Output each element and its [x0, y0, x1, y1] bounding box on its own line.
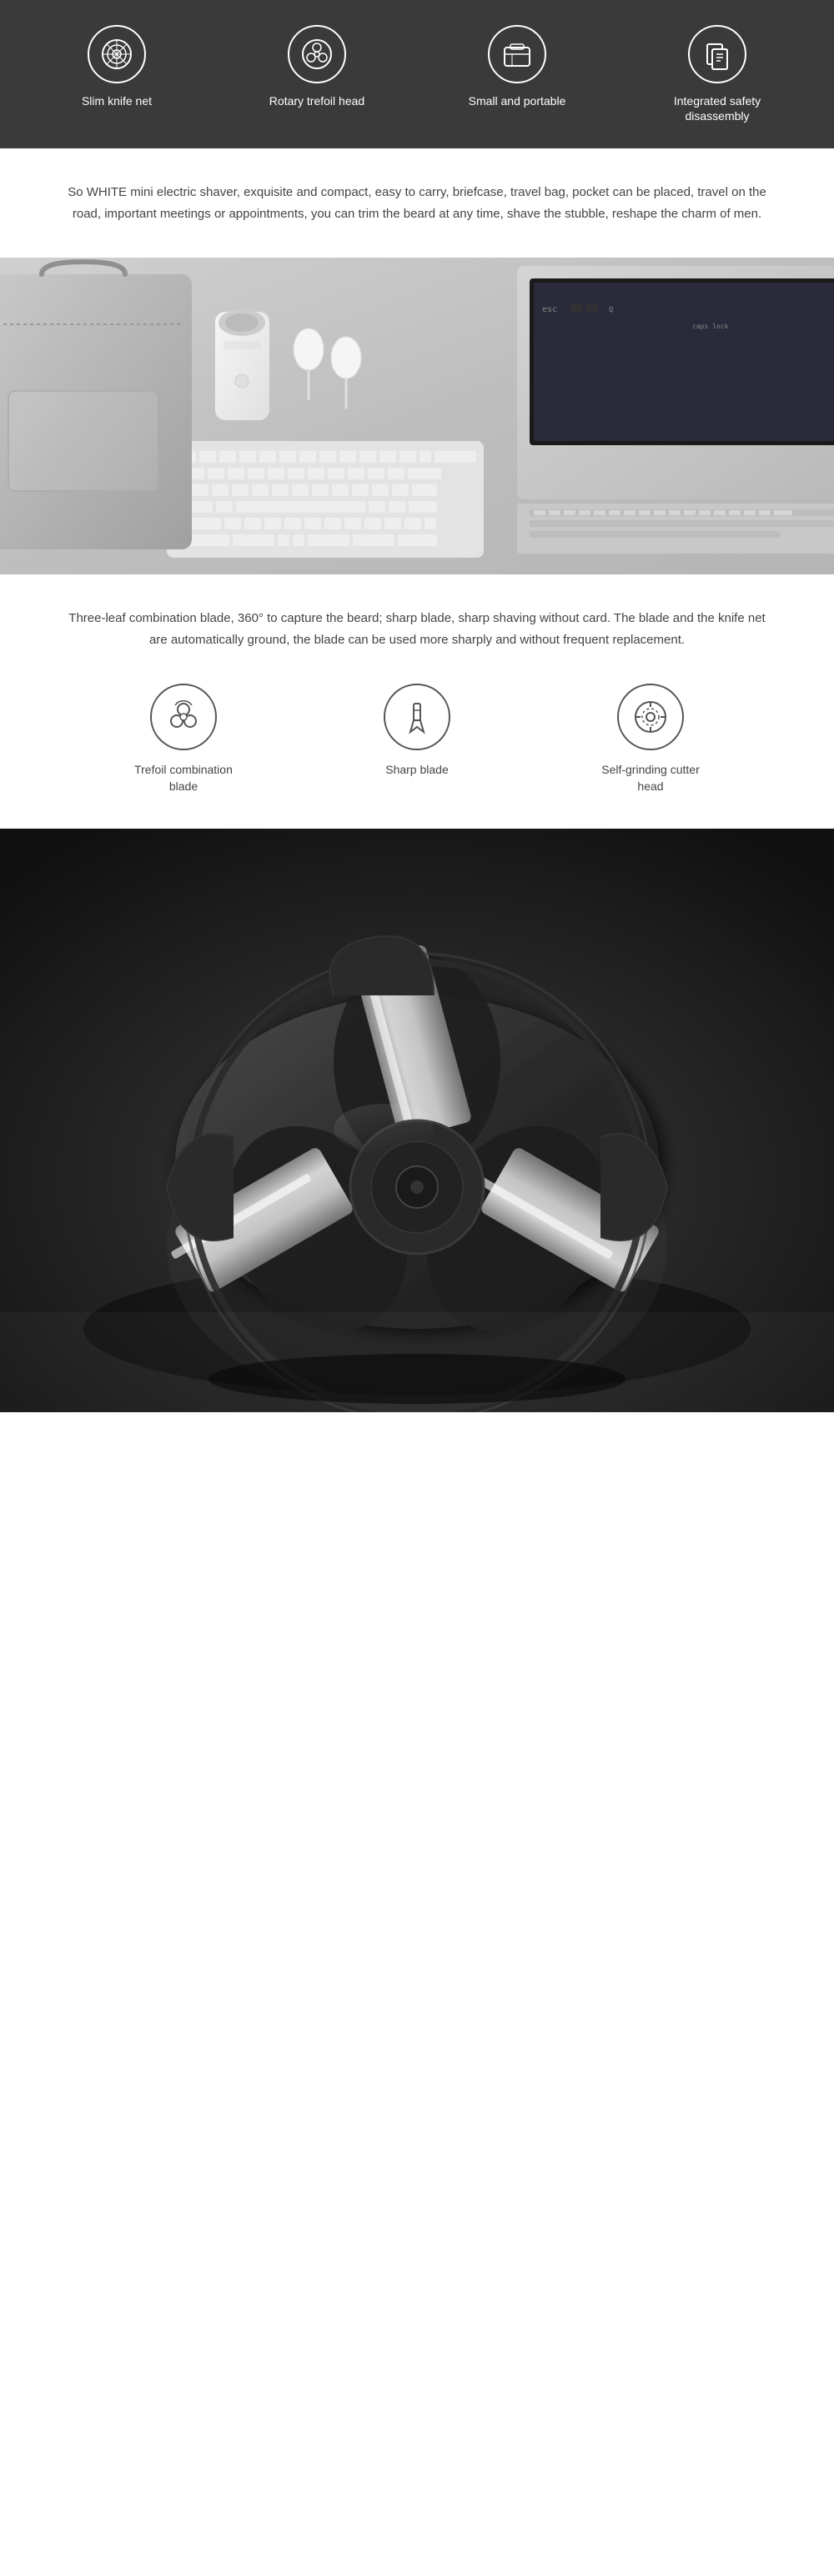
integrated-safety-icon — [688, 25, 746, 83]
feature-item-small-portable: Small and portable — [467, 25, 567, 108]
svg-text:Q: Q — [609, 306, 613, 314]
product-photo-section: esc Q caps lock — [0, 258, 834, 574]
small-portable-icon — [488, 25, 546, 83]
blade-label-sharp: Sharp blade — [385, 762, 449, 779]
blade-item-trefoil: Trefoil combination blade — [121, 684, 246, 794]
blade-icons-row: Trefoil combination blade Sharp blade — [67, 684, 767, 794]
sharp-blade-icon — [384, 684, 450, 750]
description-text: So WHITE mini electric shaver, exquisite… — [67, 182, 767, 224]
blade-item-sharp: Sharp blade — [354, 684, 480, 779]
svg-text:esc: esc — [542, 305, 557, 314]
blade-label-self-grinding: Self-grinding cutter head — [588, 762, 713, 794]
feature-label-rotary-trefoil: Rotary trefoil head — [269, 93, 364, 108]
svg-text:caps lock: caps lock — [692, 323, 729, 330]
blade-photo-section — [0, 829, 834, 1412]
self-grinding-cutter-head-icon — [617, 684, 684, 750]
product-photo: esc Q caps lock — [0, 258, 834, 574]
trefoil-combination-blade-icon — [150, 684, 217, 750]
description-section: So WHITE mini electric shaver, exquisite… — [0, 148, 834, 258]
feature-item-integrated-safety: Integrated safety disassembly — [667, 25, 767, 123]
feature-label-slim-knife-net: Slim knife net — [82, 93, 152, 108]
slim-knife-net-icon — [88, 25, 146, 83]
feature-item-slim-knife-net: Slim knife net — [67, 25, 167, 108]
features-bar: Slim knife net Rotary trefoil head Small… — [0, 0, 834, 148]
rotary-trefoil-icon — [288, 25, 346, 83]
blade-item-self-grinding: Self-grinding cutter head — [588, 684, 713, 794]
feature-label-integrated-safety: Integrated safety disassembly — [667, 93, 767, 123]
feature-item-rotary-trefoil: Rotary trefoil head — [267, 25, 367, 108]
feature-label-small-portable: Small and portable — [469, 93, 566, 108]
blade-label-trefoil: Trefoil combination blade — [121, 762, 246, 794]
blade-visualization — [0, 829, 834, 1412]
blade-description-text: Three-leaf combination blade, 360° to ca… — [67, 608, 767, 650]
blade-section: Three-leaf combination blade, 360° to ca… — [0, 574, 834, 828]
